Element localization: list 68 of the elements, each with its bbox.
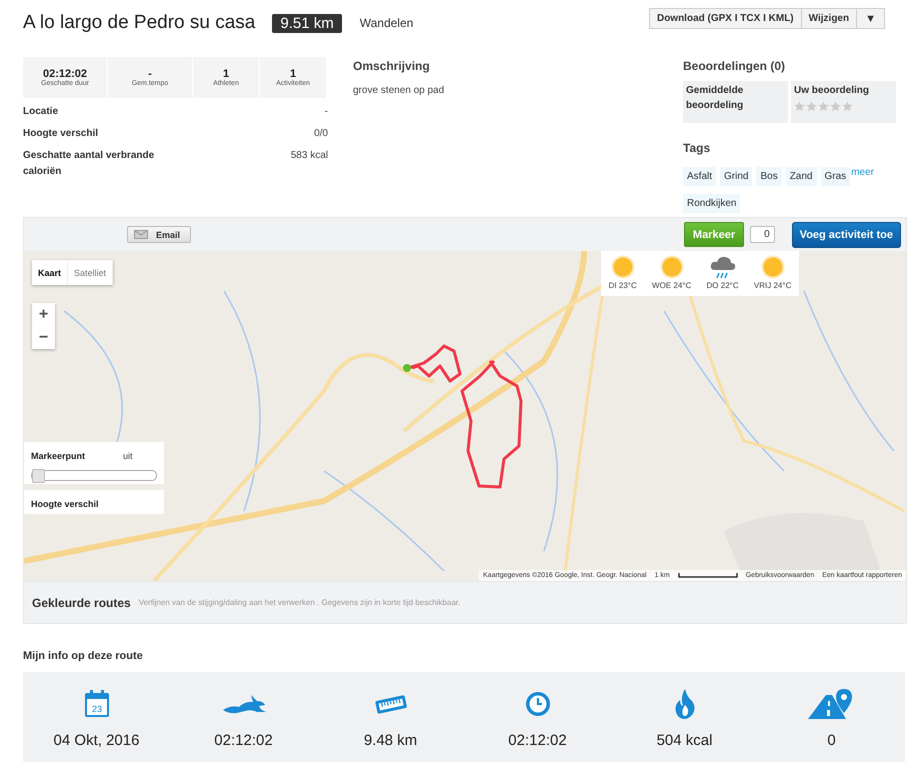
stat-value: - <box>148 68 152 80</box>
map-type-tab[interactable]: Kaart <box>32 260 68 285</box>
sun-icon <box>660 255 684 279</box>
tag[interactable]: Rondkijken <box>683 194 740 213</box>
zoom-out-button[interactable]: − <box>32 326 55 349</box>
detail-value: 583 kcal <box>290 149 328 163</box>
clock-icon <box>524 691 550 717</box>
mark-count: 0 <box>750 226 775 243</box>
detail-label: Locatie <box>23 105 60 119</box>
weather-label: DO 22°C <box>706 281 739 290</box>
section-heading: Beoordelingen (0) <box>683 59 786 73</box>
calendar-icon: 23 <box>84 690 110 718</box>
detail-value: - <box>324 105 328 119</box>
sun-icon <box>760 255 785 279</box>
slider-thumb[interactable] <box>32 469 45 483</box>
stat-value: 1 <box>222 68 230 80</box>
info-value: 02:12:02 <box>508 732 567 749</box>
weather-label: WOE 24°C <box>652 281 692 290</box>
envelope-icon <box>134 230 148 239</box>
marker-label: Markeerpunt <box>31 451 86 461</box>
marker-slider[interactable] <box>31 470 157 481</box>
detail-label: Hoogte verschil <box>23 127 100 141</box>
rating-star-icon[interactable] <box>830 101 841 112</box>
rating-label: Uw beoordeling <box>794 84 870 98</box>
info-value: 04 Okt, 2016 <box>54 732 140 749</box>
section-heading: Tags <box>683 141 712 155</box>
map-type-tab[interactable]: Satelliet <box>68 260 114 285</box>
tag[interactable]: Zand <box>786 167 816 186</box>
detail-label: Geschatte aantal verbrande caloriën <box>23 149 156 179</box>
weather-label: DI 23°C <box>608 281 637 290</box>
tag[interactable]: Gras <box>820 167 850 186</box>
tag[interactable]: Grind <box>720 167 752 186</box>
scale-bar-icon <box>678 573 738 578</box>
rating-star-icon[interactable] <box>806 101 817 112</box>
toolbar-button[interactable]: Download (GPX I TCX I KML) <box>648 8 802 29</box>
info-value: 02:12:02 <box>214 732 273 749</box>
zoom-in-button[interactable]: + <box>32 303 55 326</box>
hare-icon <box>220 693 266 715</box>
elevation-label: Hoogte verschil <box>31 499 99 509</box>
tag[interactable]: Bos <box>756 167 782 186</box>
colored-routes-title: Gekleurde routes <box>32 596 131 610</box>
colored-routes-note: Verfijnen van de stijging/daling aan het verwerken . Gegevens zijn in korte tijd beschikbaar. <box>138 598 460 607</box>
stat-value: 02:12:02 <box>42 68 88 80</box>
info-value: 504 kcal <box>656 732 712 749</box>
rating-star-icon[interactable] <box>818 101 829 112</box>
rain-cloud-icon <box>710 255 736 279</box>
info-value: 9.48 km <box>364 732 418 749</box>
rating-star-icon[interactable] <box>794 101 805 112</box>
sun-icon <box>610 255 635 279</box>
distance-badge: 9.51 km <box>272 14 342 32</box>
section-heading: Mijn info op deze route <box>23 650 144 662</box>
dropdown-button[interactable]: ▼ <box>856 8 885 29</box>
activity-type: Wandelen <box>360 16 414 30</box>
rating-label: Gemiddelde beoordeling <box>686 84 744 113</box>
tag[interactable]: Asfalt <box>683 167 716 186</box>
section-heading: Omschrijving <box>353 59 431 73</box>
marker-state: uit <box>123 451 133 461</box>
route-title: A lo largo de Pedro su casa <box>23 12 256 34</box>
add-activity-button[interactable]: Voeg activiteit toe <box>792 222 901 248</box>
stat-value: 1 <box>290 68 296 80</box>
rating-star-icon[interactable] <box>842 101 853 112</box>
detail-value: 0/0 <box>314 127 328 141</box>
toolbar-button[interactable]: Wijzigen <box>800 8 858 29</box>
flame-icon <box>674 689 696 719</box>
description-text: grove stenen op pad <box>353 85 446 96</box>
info-value: 0 <box>827 732 836 749</box>
weather-label: VRIJ 24°C <box>754 281 792 290</box>
email-button[interactable]: Email <box>127 226 192 243</box>
